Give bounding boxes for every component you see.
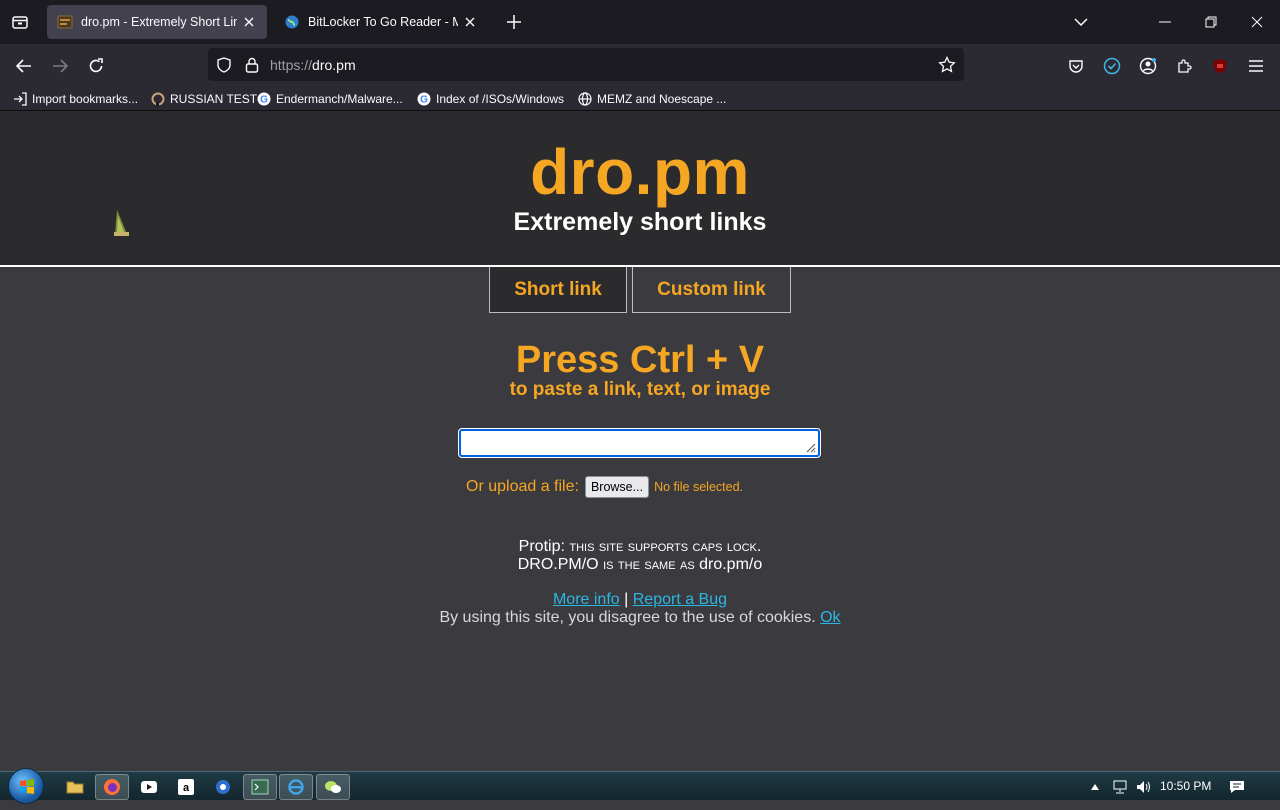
favicon-dro-pm-icon (57, 14, 73, 30)
site-icon (150, 91, 166, 107)
site-tagline: Extremely short links (513, 208, 767, 236)
file-upload-row: Or upload a file: Browse... No file sele… (466, 475, 743, 499)
more-info-link[interactable]: More info (553, 591, 620, 608)
page-content: dro.pm Extremely short links Short link … (0, 111, 1280, 771)
protip-url: dro.pm/o (699, 556, 763, 573)
taskbar-clock[interactable]: 10:50 PM (1160, 779, 1211, 793)
cookie-ok-link[interactable]: Ok (820, 609, 840, 626)
cookie-text: By using this site, you disagree to the … (439, 609, 816, 626)
protip-mid: is the same as (603, 556, 695, 573)
pocket-icon[interactable] (1063, 53, 1089, 79)
menu-hamburger-icon[interactable] (1243, 53, 1269, 79)
bookmark-endermanch[interactable]: G Endermanch/Malware... (256, 90, 403, 108)
taskbar-app-icon[interactable] (206, 774, 240, 800)
reload-icon[interactable] (83, 53, 109, 79)
show-hidden-icons-chevron-icon[interactable] (1088, 777, 1102, 797)
forward-icon[interactable] (47, 53, 73, 79)
google-icon: G (416, 91, 432, 107)
resize-grip-icon[interactable] (804, 441, 816, 453)
extensions-puzzle-icon[interactable] (1171, 53, 1197, 79)
back-icon[interactable] (11, 53, 37, 79)
navigation-toolbar: https://dro.pm (0, 44, 1280, 86)
google-icon: G (256, 91, 272, 107)
paste-headline: Press Ctrl + V (515, 339, 765, 381)
import-icon (12, 91, 28, 107)
url-text[interactable]: https://dro.pm (270, 57, 356, 73)
close-tab-icon[interactable] (462, 14, 478, 30)
minimize-icon[interactable] (1153, 10, 1177, 34)
protip-caps-url: DRO.PM/O (517, 556, 599, 573)
taskbar-terminal-icon[interactable] (243, 774, 277, 800)
start-button[interactable] (8, 768, 44, 804)
taskbar: a 10:50 PM (0, 768, 1280, 804)
link-separator: | (624, 591, 629, 608)
taskbar-explorer-icon[interactable] (58, 774, 92, 800)
volume-icon[interactable] (1134, 777, 1154, 797)
url-protocol: https:// (270, 57, 313, 73)
tab-title: BitLocker To Go Reader - Micro (308, 15, 458, 29)
protip-prefix: Protip: (518, 538, 565, 555)
favicon-globe-icon (284, 14, 300, 30)
bookmark-star-icon[interactable] (937, 55, 957, 75)
bookmark-label: Index of /ISOs/Windows (436, 92, 565, 106)
action-center-icon[interactable] (1226, 777, 1248, 797)
tab-bar: dro.pm - Extremely Short Links BitLocker… (0, 0, 1280, 44)
bookmark-label: MEMZ and Noescape ... (597, 92, 727, 106)
globe-icon (577, 91, 593, 107)
tab-dro-pm[interactable]: dro.pm - Extremely Short Links (47, 5, 267, 39)
tab-bitlocker[interactable]: BitLocker To Go Reader - Micro (274, 5, 488, 39)
paste-subheadline: to paste a link, text, or image (509, 379, 771, 400)
bookmark-label: RUSSIAN TEST (170, 92, 258, 106)
paste-textarea[interactable] (458, 428, 821, 458)
animated-cursor-icon (114, 210, 129, 236)
close-window-icon[interactable] (1245, 10, 1269, 34)
protip: Protip: this site supports caps lock. DR… (0, 538, 1280, 574)
svg-text:G: G (260, 95, 268, 106)
site-header: dro.pm Extremely short links (0, 111, 1280, 267)
new-tab-icon[interactable] (503, 11, 525, 33)
network-icon[interactable] (1110, 777, 1130, 797)
tab-custom-link[interactable]: Custom link (632, 267, 791, 313)
list-all-tabs-chevron-icon[interactable] (1069, 10, 1093, 34)
bookmark-russian-test[interactable]: RUSSIAN TEST (150, 90, 257, 108)
taskbar-messenger-icon[interactable] (316, 774, 350, 800)
lock-icon[interactable] (242, 55, 262, 75)
sync-check-icon[interactable] (1099, 53, 1125, 79)
taskbar-firefox-icon[interactable] (95, 774, 129, 800)
protip-line1: this site supports caps lock. (569, 538, 762, 555)
bookmark-isos-windows[interactable]: G Index of /ISOs/Windows (416, 90, 564, 108)
bookmarks-toolbar: Import bookmarks... RUSSIAN TEST G Ender… (0, 86, 1280, 111)
cookie-notice: By using this site, you disagree to the … (0, 609, 1280, 627)
taskbar-amazon-icon[interactable]: a (169, 774, 203, 800)
taskbar-media-icon[interactable] (132, 774, 166, 800)
url-host: dro.pm (312, 57, 356, 73)
close-tab-icon[interactable] (241, 14, 257, 30)
account-icon[interactable] (1135, 53, 1161, 79)
taskbar-ie-icon[interactable] (279, 774, 313, 800)
svg-text:a: a (183, 782, 190, 794)
footer-links: More info | Report a Bug (0, 591, 1280, 609)
bookmark-memz[interactable]: MEMZ and Noescape ... (577, 90, 726, 108)
report-bug-link[interactable]: Report a Bug (633, 591, 727, 608)
address-bar[interactable]: https://dro.pm (208, 48, 964, 81)
bookmark-label: Import bookmarks... (32, 92, 139, 106)
upload-label: Or upload a file: (466, 478, 579, 495)
bookmark-import[interactable]: Import bookmarks... (12, 90, 138, 108)
tab-short-link[interactable]: Short link (489, 267, 627, 313)
restore-icon[interactable] (1199, 10, 1223, 34)
site-logo[interactable]: dro.pm (0, 135, 1280, 209)
no-file-status: No file selected. (654, 480, 743, 494)
tracking-protection-shield-icon[interactable] (214, 55, 234, 75)
tab-list-icon[interactable] (8, 10, 32, 34)
tab-title: dro.pm - Extremely Short Links (81, 15, 237, 29)
browse-button[interactable]: Browse... (584, 476, 650, 498)
ublock-origin-icon[interactable] (1207, 53, 1233, 79)
svg-text:G: G (420, 95, 428, 106)
bookmark-label: Endermanch/Malware... (276, 92, 403, 106)
